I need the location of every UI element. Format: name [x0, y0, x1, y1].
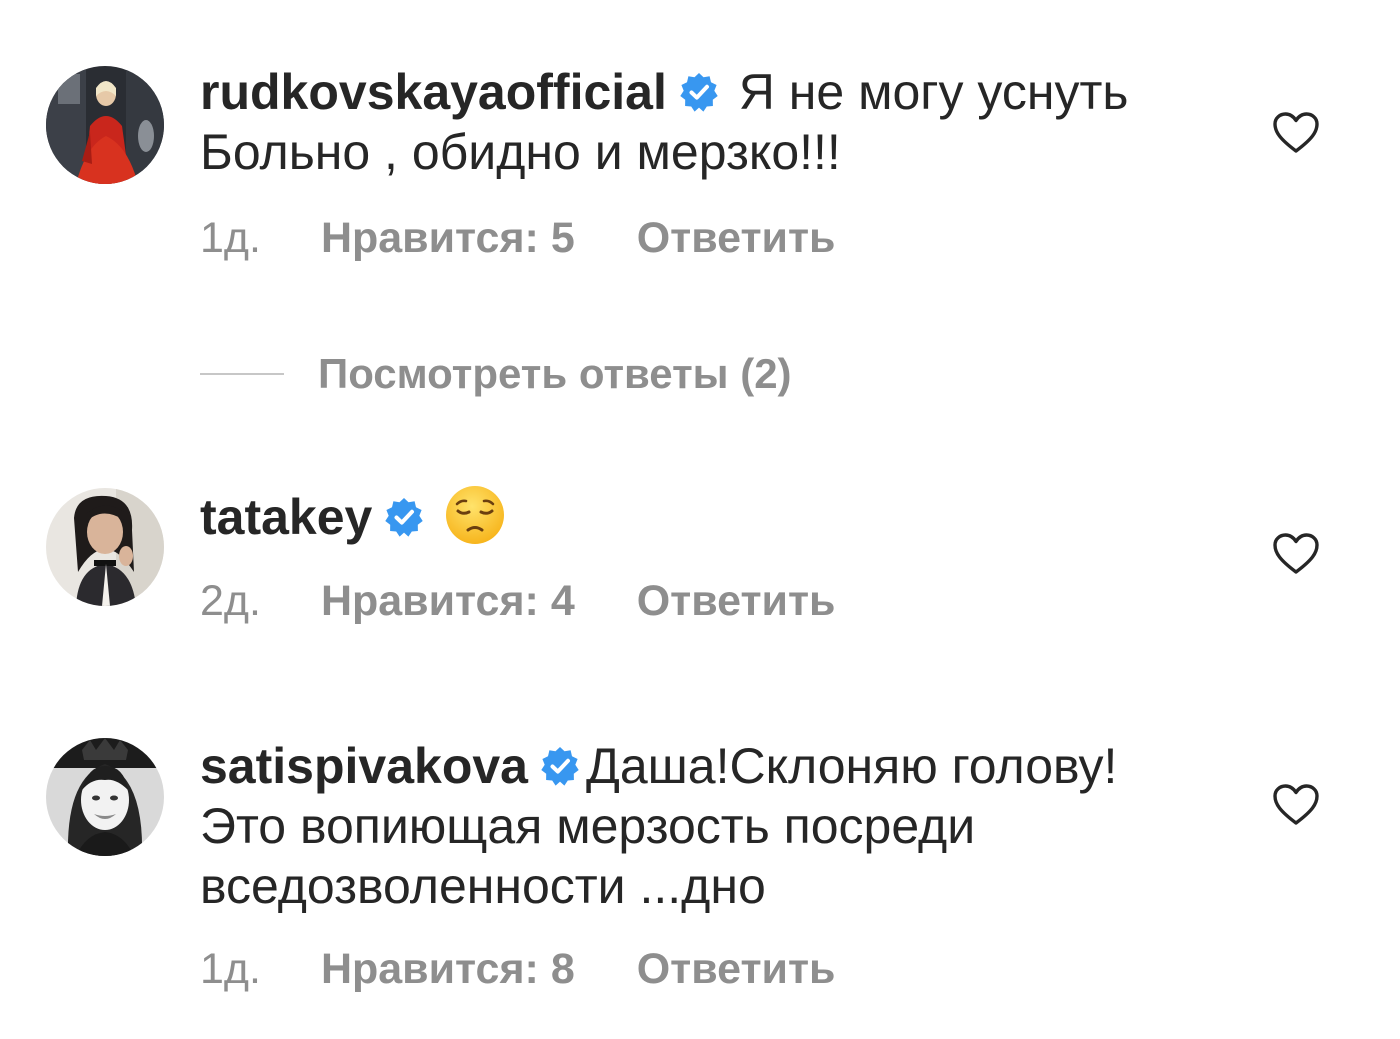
username[interactable]: tatakey	[200, 489, 372, 545]
comment-text: satispivakova Даша!Склоняю голову! Это во…	[200, 736, 1210, 916]
view-replies-label: Посмотреть ответы (2)	[318, 350, 792, 397]
comment-meta: 2д. Нравится: 4 Ответить	[200, 576, 835, 626]
comment-time: 1д.	[200, 214, 261, 262]
comment-body-line-2: Это вопиющая мерзость посреди	[200, 798, 976, 854]
heart-outline-icon[interactable]	[1272, 532, 1320, 576]
avatar[interactable]	[46, 66, 164, 184]
comment-body-line-3: вседозволенности ...дно	[200, 858, 766, 914]
username[interactable]: satispivakova	[200, 738, 528, 794]
pensive-face-emoji-icon	[444, 484, 506, 546]
likes-count[interactable]: Нравится: 8	[321, 945, 575, 993]
comment-body-line-2: Больно , обидно и мерзко!!!	[200, 124, 841, 180]
comment-body-line-1: Я не могу уснуть	[738, 64, 1129, 120]
reply-button[interactable]: Ответить	[637, 214, 836, 262]
comments-page: rudkovskayaofficial Я не могу уснуть Бол…	[0, 0, 1400, 1039]
heart-outline-icon[interactable]	[1272, 783, 1320, 827]
username[interactable]: rudkovskayaofficial	[200, 64, 667, 120]
comment-time: 1д.	[200, 945, 261, 993]
avatar[interactable]	[46, 488, 164, 606]
comment-meta: 1д. Нравится: 8 Ответить	[200, 944, 835, 994]
comment-meta: 1д. Нравится: 5 Ответить	[200, 213, 835, 263]
comment-body-line-1: Даша!Склоняю голову!	[585, 738, 1118, 794]
view-replies-divider	[200, 373, 284, 375]
verified-badge-icon	[540, 746, 580, 786]
comment-text: tatakey	[200, 484, 1210, 547]
view-replies-button[interactable]: Посмотреть ответы (2)	[200, 350, 792, 404]
avatar[interactable]	[46, 738, 164, 856]
likes-count[interactable]: Нравится: 5	[321, 214, 575, 262]
reply-button[interactable]: Ответить	[637, 945, 836, 993]
verified-badge-icon	[679, 72, 719, 112]
likes-count[interactable]: Нравится: 4	[321, 577, 575, 625]
comment-time: 2д.	[200, 577, 261, 625]
verified-badge-icon	[384, 497, 424, 537]
heart-outline-icon[interactable]	[1272, 111, 1320, 155]
comment-text: rudkovskayaofficial Я не могу уснуть Бол…	[200, 62, 1210, 182]
reply-button[interactable]: Ответить	[637, 577, 836, 625]
